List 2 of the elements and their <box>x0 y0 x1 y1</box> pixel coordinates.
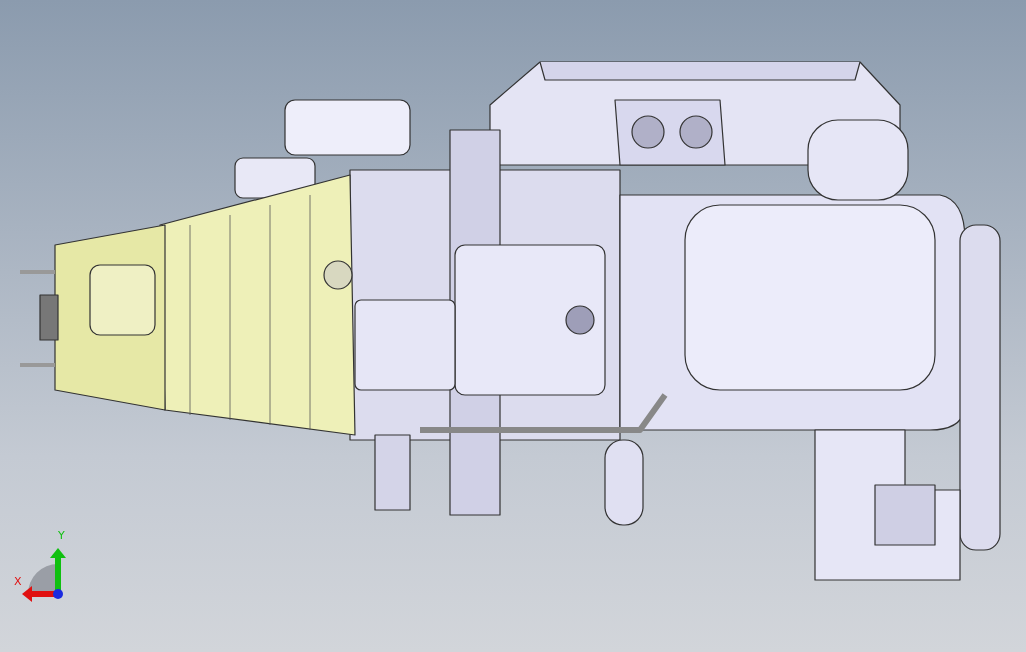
y-axis-label: Y <box>58 530 65 542</box>
x-axis-label: X <box>14 576 22 588</box>
